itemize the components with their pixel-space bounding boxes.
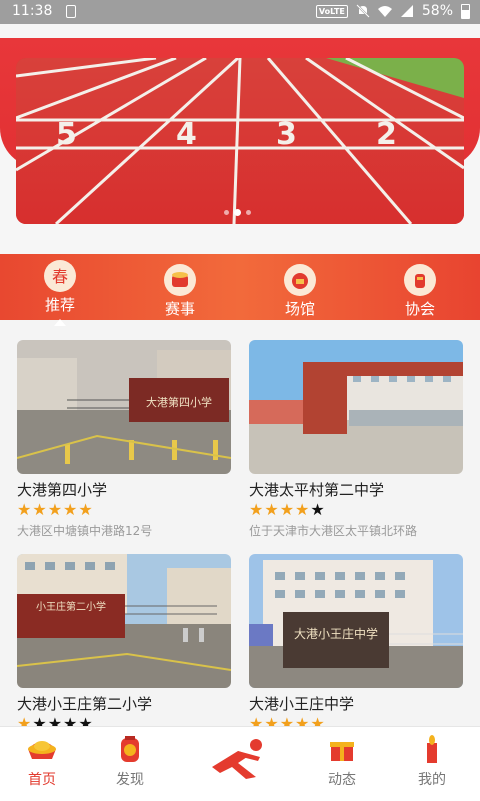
star-filled-icon: ★ bbox=[17, 500, 33, 519]
venue-sign: 小王庄第二小学 bbox=[36, 600, 106, 613]
signal-icon bbox=[400, 5, 413, 17]
star-filled-icon: ★ bbox=[279, 500, 296, 519]
nav-feed[interactable]: 动态 bbox=[306, 735, 378, 789]
star-filled-icon: ★ bbox=[63, 500, 79, 519]
tab-venues[interactable]: 场馆 bbox=[260, 264, 340, 319]
nav-center-logo[interactable] bbox=[204, 737, 276, 785]
star-filled-icon: ★ bbox=[78, 500, 94, 519]
nav-home[interactable]: 首页 bbox=[6, 735, 78, 789]
nav-label: 发现 bbox=[116, 772, 144, 788]
pagination-dot-active bbox=[234, 209, 241, 216]
nav-profile[interactable]: 我的 bbox=[396, 735, 468, 789]
status-time: 11:38 bbox=[12, 3, 53, 19]
venue-address: 大港区中塘镇中港路12号 bbox=[17, 524, 153, 538]
battery-icon bbox=[461, 3, 470, 19]
nav-label: 我的 bbox=[418, 772, 446, 788]
star-filled-icon: ★ bbox=[32, 500, 48, 519]
volte-badge: VoLTE bbox=[315, 4, 348, 18]
status-icons: VoLTE 58% bbox=[315, 3, 470, 19]
venue-card[interactable]: 大港太平村第二中学 ★★★★★ 位于天津市大港区太平镇北环路 bbox=[249, 340, 463, 539]
status-bar: 11:38 VoLTE 58% bbox=[0, 0, 480, 24]
candle-icon bbox=[427, 735, 437, 763]
venue-photo: 大港小王庄中学 bbox=[249, 554, 463, 688]
venue-address: 位于天津市大港区太平镇北环路 bbox=[249, 524, 418, 538]
nav-discover[interactable]: 发现 bbox=[94, 735, 166, 789]
category-tabs: 春 推荐 赛事 场馆 协会 bbox=[0, 254, 480, 326]
gift-icon bbox=[330, 742, 354, 761]
lane-number: 5 bbox=[56, 117, 77, 152]
venue-photo bbox=[249, 340, 463, 474]
venue-name: 大港小王庄第二小学 bbox=[17, 695, 153, 713]
pagination-dot bbox=[246, 210, 251, 215]
venue-name: 大港太平村第二中学 bbox=[249, 481, 385, 499]
tab-label: 推荐 bbox=[44, 296, 75, 314]
pagination-dot bbox=[224, 210, 229, 215]
star-empty-icon: ★ bbox=[310, 500, 326, 519]
discover-icon bbox=[121, 736, 139, 762]
venue-name: 大港第四小学 bbox=[17, 481, 108, 499]
venue-name: 大港小王庄中学 bbox=[249, 695, 355, 713]
tab-label: 场馆 bbox=[284, 300, 315, 318]
sim-icon bbox=[66, 5, 76, 18]
venue-photo: 小王庄第二小学 bbox=[17, 554, 231, 688]
bottom-navigation: 首页 发现 动态 我的 bbox=[0, 726, 480, 801]
rating-stars: ★★★★★ bbox=[17, 501, 231, 519]
star-filled-icon: ★ bbox=[295, 500, 311, 519]
star-filled-icon: ★ bbox=[47, 500, 64, 519]
recommend-icon: 春 bbox=[44, 260, 76, 292]
venue-card[interactable]: 大港小王庄中学 大港小王庄中学 ★★★★★ bbox=[249, 554, 463, 733]
nav-label: 动态 bbox=[328, 772, 356, 788]
running-track-image: 5 4 3 2 bbox=[16, 58, 464, 224]
venue-sign: 大港小王庄中学 bbox=[294, 626, 378, 641]
banner-pagination bbox=[224, 209, 251, 216]
rating-stars: ★★★★★ bbox=[249, 501, 463, 519]
runner-logo-icon bbox=[212, 739, 262, 779]
venue-icon bbox=[284, 264, 316, 296]
battery-percent: 58% bbox=[421, 3, 453, 19]
mute-icon bbox=[356, 4, 370, 18]
nav-label: 首页 bbox=[28, 772, 56, 788]
venue-photo: 大港第四小学 bbox=[17, 340, 231, 474]
drum-icon bbox=[164, 264, 196, 296]
tab-label: 赛事 bbox=[164, 300, 195, 318]
active-indicator bbox=[54, 319, 66, 326]
tab-events[interactable]: 赛事 bbox=[140, 264, 220, 319]
star-filled-icon: ★ bbox=[249, 500, 265, 519]
svg-text:春: 春 bbox=[52, 267, 68, 286]
tab-association[interactable]: 协会 bbox=[380, 264, 460, 319]
lane-number: 4 bbox=[176, 117, 197, 152]
venue-card[interactable]: 大港第四小学 大港第四小学 ★★★★★ 大港区中塘镇中港路12号 bbox=[17, 340, 231, 539]
venue-sign: 大港第四小学 bbox=[146, 395, 212, 409]
banner-carousel[interactable]: 5 4 3 2 bbox=[16, 58, 464, 224]
venue-card[interactable]: 小王庄第二小学 大港小王庄第二小学 ★★★★★ bbox=[17, 554, 231, 733]
star-filled-icon: ★ bbox=[264, 500, 280, 519]
home-gold-icon bbox=[28, 741, 56, 759]
tab-recommend[interactable]: 春 推荐 bbox=[20, 260, 100, 326]
tab-label: 协会 bbox=[404, 300, 435, 318]
lane-number: 3 bbox=[276, 117, 297, 152]
lane-number: 2 bbox=[376, 117, 397, 152]
association-icon bbox=[404, 264, 436, 296]
wifi-icon bbox=[377, 6, 392, 17]
